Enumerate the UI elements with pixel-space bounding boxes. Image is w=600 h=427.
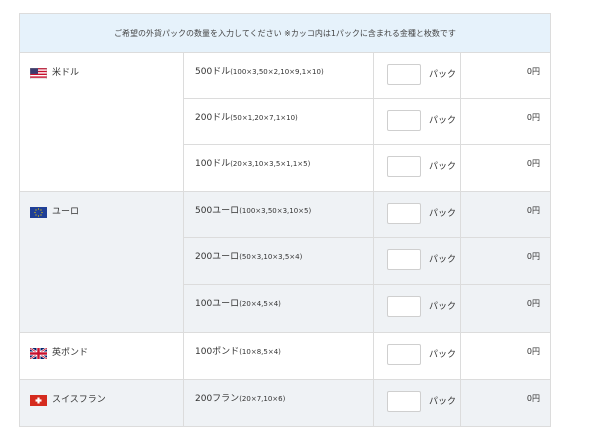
currency-name: 英ポンド	[52, 348, 89, 358]
pack-unit-label: パック	[429, 255, 457, 265]
currency-cell: 英ポンド	[20, 333, 184, 379]
pack-label: 200ユーロ	[195, 252, 240, 262]
pack-description: 500ユーロ(100×3,50×3,10×5)	[184, 192, 374, 237]
pack-amount: 0円	[526, 67, 540, 76]
quantity-input[interactable]	[387, 249, 421, 270]
quantity-cell: パック	[374, 99, 461, 144]
pack-label: 100ドル	[195, 159, 231, 169]
pack-detail: (20×3,10×3,5×1,1×5)	[230, 160, 311, 168]
quantity-cell: パック	[374, 192, 461, 237]
quantity-input[interactable]	[387, 344, 421, 365]
quantity-cell: パック	[374, 380, 461, 426]
instruction-banner: ご希望の外貨パックの数量を入力してください ※カッコ内は1パックに含まれる金種と…	[20, 14, 550, 53]
pack-label: 100ポンド	[195, 347, 240, 357]
currency-group-usd: 米ドル 500ドル(100×3,50×2,10×9,1×10) パック 0円 2…	[20, 53, 550, 192]
pack-unit-label: パック	[429, 209, 457, 219]
pack-amount: 0円	[526, 299, 540, 308]
uk-flag-icon	[30, 348, 47, 359]
pack-detail: (50×1,20×7,1×10)	[230, 114, 298, 122]
pack-row: 500ドル(100×3,50×2,10×9,1×10) パック 0円	[184, 53, 550, 99]
pack-row: 100ポンド(10×8,5×4) パック 0円	[184, 333, 550, 379]
currency-name: ユーロ	[52, 207, 80, 217]
pack-detail: (20×7,10×6)	[239, 395, 286, 403]
pack-row: 200ユーロ(50×3,10×3,5×4) パック 0円	[184, 238, 550, 285]
quantity-input[interactable]	[387, 64, 421, 85]
pack-unit-label: パック	[429, 302, 457, 312]
pack-detail: (100×3,50×2,10×9,1×10)	[230, 68, 324, 76]
quantity-cell: パック	[374, 53, 461, 98]
pack-row: 100ドル(20×3,10×3,5×1,1×5) パック 0円	[184, 145, 550, 191]
pack-row: 200フラン(20×7,10×6) パック 0円	[184, 380, 550, 426]
quantity-input[interactable]	[387, 391, 421, 412]
quantity-cell: パック	[374, 333, 461, 379]
pack-label: 200フラン	[195, 394, 240, 404]
pack-amount: 0円	[526, 113, 540, 122]
pack-description: 200フラン(20×7,10×6)	[184, 380, 374, 426]
currency-order-table: ご希望の外貨パックの数量を入力してください ※カッコ内は1パックに含まれる金種と…	[19, 13, 551, 427]
currency-group-gbp: 英ポンド 100ポンド(10×8,5×4) パック 0円	[20, 333, 550, 380]
instruction-text: ご希望の外貨パックの数量を入力してください ※カッコ内は1パックに含まれる金種と…	[114, 28, 456, 38]
pack-label: 200ドル	[195, 113, 231, 123]
us-flag-icon	[30, 68, 47, 79]
pack-amount: 0円	[526, 252, 540, 261]
pack-detail: (100×3,50×3,10×5)	[239, 207, 312, 215]
currency-name: スイスフラン	[52, 395, 106, 405]
currency-group-chf: スイスフラン 200フラン(20×7,10×6) パック 0円	[20, 380, 550, 427]
pack-detail: (20×4,5×4)	[239, 300, 281, 308]
pack-description: 100ドル(20×3,10×3,5×1,1×5)	[184, 145, 374, 191]
pack-amount: 0円	[526, 159, 540, 168]
pack-row: 500ユーロ(100×3,50×3,10×5) パック 0円	[184, 192, 550, 238]
currency-cell: スイスフラン	[20, 380, 184, 426]
pack-amount: 0円	[526, 394, 540, 403]
quantity-input[interactable]	[387, 203, 421, 224]
swiss-flag-icon	[30, 395, 47, 406]
pack-description: 500ドル(100×3,50×2,10×9,1×10)	[184, 53, 374, 98]
currency-cell: 米ドル	[20, 53, 184, 191]
quantity-input[interactable]	[387, 156, 421, 177]
pack-unit-label: パック	[429, 116, 457, 126]
quantity-input[interactable]	[387, 296, 421, 317]
pack-label: 500ドル	[195, 67, 231, 77]
currency-name: 米ドル	[52, 68, 80, 78]
pack-description: 100ユーロ(20×4,5×4)	[184, 285, 374, 332]
pack-amount: 0円	[526, 206, 540, 215]
pack-label: 100ユーロ	[195, 299, 240, 309]
quantity-input[interactable]	[387, 110, 421, 131]
eu-flag-icon	[30, 207, 47, 218]
pack-description: 100ポンド(10×8,5×4)	[184, 333, 374, 379]
currency-group-eur: ユーロ 500ユーロ(100×3,50×3,10×5) パック 0円 200ユー…	[20, 192, 550, 333]
pack-unit-label: パック	[429, 162, 457, 172]
pack-unit-label: パック	[429, 397, 457, 407]
quantity-cell: パック	[374, 238, 461, 284]
pack-unit-label: パック	[429, 70, 457, 80]
quantity-cell: パック	[374, 145, 461, 191]
pack-detail: (10×8,5×4)	[239, 348, 281, 356]
pack-row: 200ドル(50×1,20×7,1×10) パック 0円	[184, 99, 550, 145]
pack-label: 500ユーロ	[195, 206, 240, 216]
pack-unit-label: パック	[429, 350, 457, 360]
quantity-cell: パック	[374, 285, 461, 332]
currency-cell: ユーロ	[20, 192, 184, 332]
pack-amount: 0円	[526, 347, 540, 356]
pack-detail: (50×3,10×3,5×4)	[239, 253, 303, 261]
pack-row: 100ユーロ(20×4,5×4) パック 0円	[184, 285, 550, 332]
pack-description: 200ドル(50×1,20×7,1×10)	[184, 99, 374, 144]
pack-description: 200ユーロ(50×3,10×3,5×4)	[184, 238, 374, 284]
